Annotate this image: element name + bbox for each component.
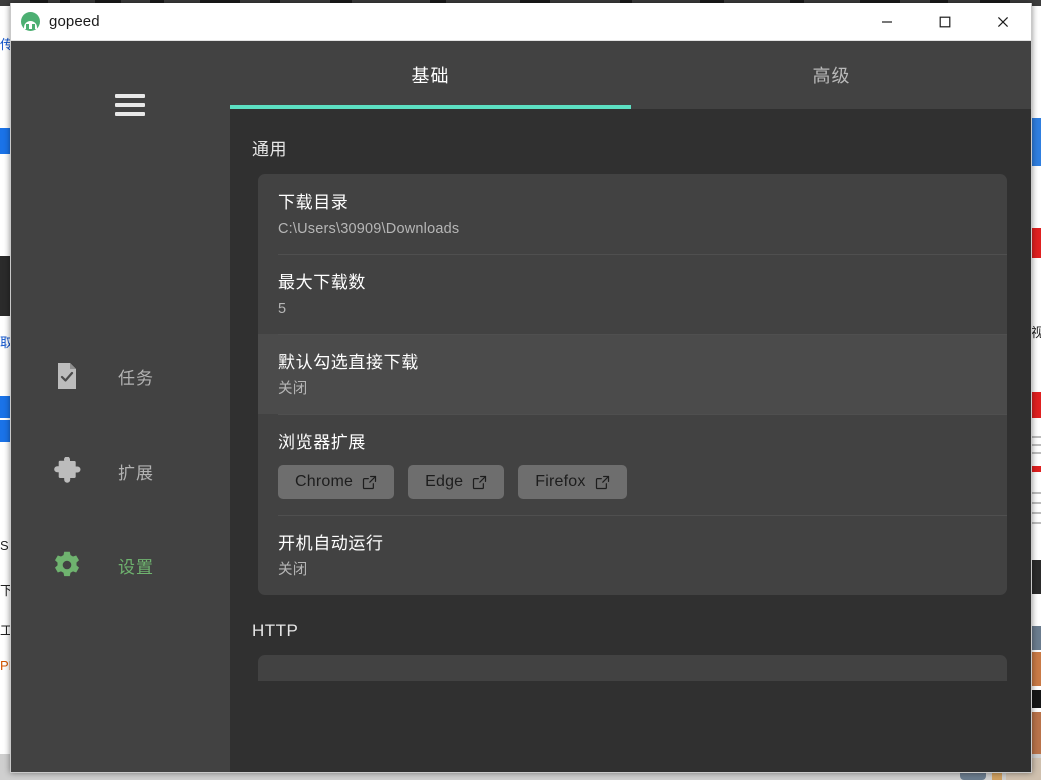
section-title-http: HTTP	[252, 621, 299, 640]
background-right-thumb-4	[1032, 712, 1041, 754]
background-right-text-1: 视	[1031, 325, 1041, 340]
external-link-icon	[595, 475, 609, 489]
gear-icon	[52, 550, 82, 580]
setting-label-auto-start: 开机自动运行	[278, 534, 384, 553]
minimize-button[interactable]	[858, 3, 916, 40]
hamburger-menu-icon[interactable]	[111, 88, 149, 122]
background-left-text-4: 下	[0, 583, 10, 598]
external-link-icon	[363, 475, 377, 489]
background-left-highlight-3	[0, 420, 10, 442]
setting-label-default-direct-download: 默认勾选直接下载	[278, 353, 419, 372]
tab-basic[interactable]: 基础	[230, 41, 631, 109]
background-left-text-1: 传	[0, 37, 10, 52]
setting-value-default-direct-download: 关闭	[278, 381, 308, 397]
browser-extension-buttons: Chrome Edge Firefox	[278, 465, 1007, 499]
setting-row-download-directory[interactable]: 下载目录 C:\Users\30909\Downloads	[258, 174, 1007, 254]
tabbar: 基础 高级	[230, 41, 1032, 109]
external-link-icon	[473, 475, 487, 489]
tab-basic-label: 基础	[411, 66, 450, 86]
close-icon	[997, 16, 1009, 27]
background-left-text-6: PB	[0, 658, 10, 673]
edge-extension-button-label: Edge	[425, 473, 464, 490]
tab-advanced[interactable]: 高级	[631, 41, 1032, 109]
task-document-check-icon	[52, 361, 82, 391]
main-content: 基础 高级 通用 下载目录 C:\Users\30909\Downloads 最	[230, 41, 1032, 773]
background-right-highlight-4	[1032, 466, 1041, 472]
window-controls	[858, 3, 1032, 40]
sidebar-item-settings[interactable]: 设置	[10, 541, 230, 589]
background-left-text-2: 取	[0, 335, 10, 350]
setting-value-download-directory: C:\Users\30909\Downloads	[278, 221, 460, 237]
setting-row-browser-extensions: 浏览器扩展 Chrome Edge Firefox	[258, 414, 1007, 515]
chrome-extension-button[interactable]: Chrome	[278, 465, 395, 499]
background-left-text-3: S	[0, 538, 9, 553]
maximize-icon	[939, 16, 951, 27]
setting-value-max-downloads: 5	[278, 301, 287, 317]
sidebar-item-tasks[interactable]: 任务	[10, 352, 230, 400]
background-right-highlight-3	[1032, 392, 1041, 418]
sidebar-item-extensions-label: 扩展	[118, 463, 154, 483]
window-body: 任务 扩展 设置 基础 高级 通用 下载目录 C:\Users\30909\Do…	[10, 41, 1032, 773]
setting-row-auto-start[interactable]: 开机自动运行 关闭	[258, 515, 1007, 595]
firefox-extension-button-label: Firefox	[535, 473, 586, 490]
sidebar: 任务 扩展 设置	[10, 41, 230, 773]
background-left-dark-1	[0, 256, 10, 316]
background-left-highlight-2	[0, 396, 10, 418]
setting-label-max-downloads: 最大下载数	[278, 273, 366, 292]
setting-value-auto-start: 关闭	[278, 562, 308, 578]
gopeed-logo-icon	[21, 12, 40, 31]
general-settings-card: 下载目录 C:\Users\30909\Downloads 最大下载数 5 默认…	[258, 174, 1007, 595]
gopeed-app-window: gopeed 任务 扩展 设置 基础 高级 通用 下载目录 C:\Users\3…	[10, 3, 1032, 773]
http-settings-card[interactable]	[258, 655, 1007, 681]
sidebar-item-extensions[interactable]: 扩展	[10, 447, 230, 495]
background-page-left	[0, 6, 10, 766]
setting-row-default-direct-download[interactable]: 默认勾选直接下载 关闭	[258, 334, 1007, 414]
section-title-general: 通用	[252, 140, 287, 159]
background-right-thumb-3	[1032, 690, 1041, 708]
chrome-extension-button-label: Chrome	[295, 473, 354, 490]
minimize-icon	[882, 20, 892, 23]
firefox-extension-button[interactable]: Firefox	[518, 465, 627, 499]
maximize-button[interactable]	[916, 3, 974, 40]
edge-extension-button[interactable]: Edge	[408, 465, 505, 499]
window-title: gopeed	[49, 13, 100, 30]
sidebar-item-tasks-label: 任务	[118, 368, 154, 388]
close-button[interactable]	[974, 3, 1032, 40]
background-left-text-5: 工	[0, 623, 10, 638]
background-right-dark-1	[1032, 560, 1041, 594]
window-titlebar[interactable]: gopeed	[10, 3, 1032, 41]
background-right-thumb-1	[1032, 626, 1041, 650]
tab-advanced-label: 高级	[812, 66, 851, 86]
background-right-highlight-2	[1032, 228, 1041, 258]
setting-label-browser-extensions: 浏览器扩展	[278, 433, 366, 452]
background-right-highlight-1	[1032, 118, 1041, 166]
settings-scroll-area[interactable]: 通用 下载目录 C:\Users\30909\Downloads 最大下载数 5…	[230, 109, 1032, 773]
puzzle-piece-icon	[52, 456, 82, 486]
background-left-highlight-1	[0, 128, 10, 154]
background-right-thumb-2	[1032, 652, 1041, 686]
sidebar-item-settings-label: 设置	[118, 557, 154, 577]
setting-label-download-directory: 下载目录	[278, 193, 349, 212]
setting-row-max-downloads[interactable]: 最大下载数 5	[258, 254, 1007, 334]
